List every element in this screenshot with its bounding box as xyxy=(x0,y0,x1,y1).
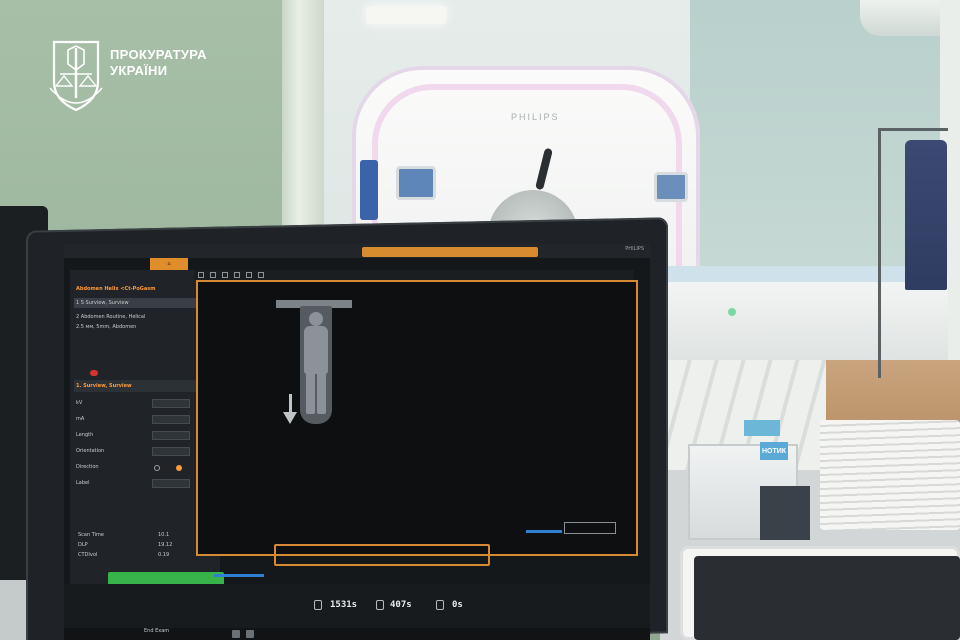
tab-exam[interactable]: ⌂ xyxy=(150,258,188,270)
window-tool-icon[interactable] xyxy=(258,272,264,278)
pan-tool-icon[interactable] xyxy=(222,272,228,278)
field-kv-label: kV xyxy=(76,400,83,406)
measure-tool-icon[interactable] xyxy=(234,272,240,278)
status-value-3: 0s xyxy=(452,600,463,610)
field-length-input[interactable] xyxy=(152,431,190,440)
delay-icon xyxy=(376,600,384,610)
field-ma-label: mA xyxy=(76,416,85,422)
tablet-screen xyxy=(694,556,960,640)
scanner-brand: PHILIPS xyxy=(511,112,560,122)
direction-arrow-head-icon xyxy=(283,412,297,424)
box-tag xyxy=(744,420,780,436)
section-title: 1. Surview, Surview xyxy=(76,383,132,389)
viewer-toolbar xyxy=(194,270,634,280)
status-value-2: 407s xyxy=(390,600,412,610)
protocol-title: Abdomen Helix <Ct-PoGasm xyxy=(76,286,156,292)
patient-figure-head xyxy=(309,312,323,326)
stat-ctdivol-label: CTDIvol xyxy=(78,552,98,558)
timer-icon xyxy=(436,600,444,610)
record-indicator xyxy=(90,370,98,376)
ct-console-screen: PHILIPS ⌂ Abdomen Helix <Ct-PoGasm 1 S S… xyxy=(64,244,650,640)
series-row-1-label: 1 S Surview, Surview xyxy=(76,300,129,306)
field-length-label: Length xyxy=(76,432,94,438)
timeline-range-box[interactable] xyxy=(564,522,616,534)
logo-line-2: УКРАЇНИ xyxy=(110,63,168,78)
end-exam-button[interactable]: End Exam xyxy=(144,628,169,634)
stat-ctdivol-value: 0.19 xyxy=(158,552,170,558)
couch-indicator-light xyxy=(728,308,736,316)
field-orientation-label: Orientation xyxy=(76,448,105,454)
app-titlebar xyxy=(64,244,650,258)
brand-label-small: PHILIPS xyxy=(625,246,644,252)
rotate-tool-icon[interactable] xyxy=(246,272,252,278)
direction-out-radio[interactable] xyxy=(176,465,182,471)
box-label: НОТИК xyxy=(760,442,788,460)
window-frame xyxy=(282,0,324,235)
logo-line-1: ПРОКУРАТУРА xyxy=(110,47,207,62)
pointer-tool-icon[interactable] xyxy=(198,272,204,278)
patient-figure-leg-right xyxy=(317,372,326,414)
field-ma-input[interactable] xyxy=(152,415,190,424)
taskbar-app-icon-2[interactable] xyxy=(246,630,254,638)
paper-stack xyxy=(820,420,960,530)
dark-folder xyxy=(760,486,810,540)
prosecutor-emblem-icon xyxy=(49,40,103,112)
stat-dlp-label: DLP xyxy=(78,542,88,548)
series-row-2-label[interactable]: 2 Abdomen Routine, Helical xyxy=(76,314,145,320)
stat-scan-time-label: Scan Time xyxy=(78,532,104,538)
gantry-side-panel xyxy=(360,160,378,220)
gantry-control-panel-right xyxy=(654,172,688,202)
gantry-control-panel-left xyxy=(396,166,436,200)
direction-in-radio[interactable] xyxy=(154,465,160,471)
stat-dlp-value: 19.12 xyxy=(158,542,173,548)
field-kv-input[interactable] xyxy=(152,399,190,408)
field-orientation-select[interactable] xyxy=(152,447,190,456)
scan-time-icon xyxy=(314,600,322,610)
slider-left[interactable] xyxy=(214,574,264,577)
ceiling-light xyxy=(366,6,446,24)
field-label-label: Label xyxy=(76,480,90,486)
taskbar-app-icon-1[interactable] xyxy=(232,630,240,638)
status-value-1: 1531s xyxy=(330,600,358,610)
hanging-coat xyxy=(905,140,947,290)
slider-right[interactable] xyxy=(526,530,562,533)
planning-viewport[interactable] xyxy=(196,280,638,556)
patient-figure-leg-left xyxy=(306,372,315,414)
direction-arrow-icon xyxy=(289,394,292,414)
scan-timeline[interactable] xyxy=(274,544,490,566)
show-all-button[interactable] xyxy=(152,479,190,488)
logo-text: ПРОКУРАТУРА УКРАЇНИ xyxy=(110,47,207,79)
zoom-tool-icon[interactable] xyxy=(210,272,216,278)
series-row-2-detail: 2.5 мм, 5mm, Abdomen xyxy=(76,324,137,330)
field-direction-label: Direction xyxy=(76,464,99,470)
patient-figure-body xyxy=(304,326,328,374)
stat-scan-time-value: 10.1 xyxy=(158,532,170,538)
active-tab-indicator xyxy=(362,247,538,257)
